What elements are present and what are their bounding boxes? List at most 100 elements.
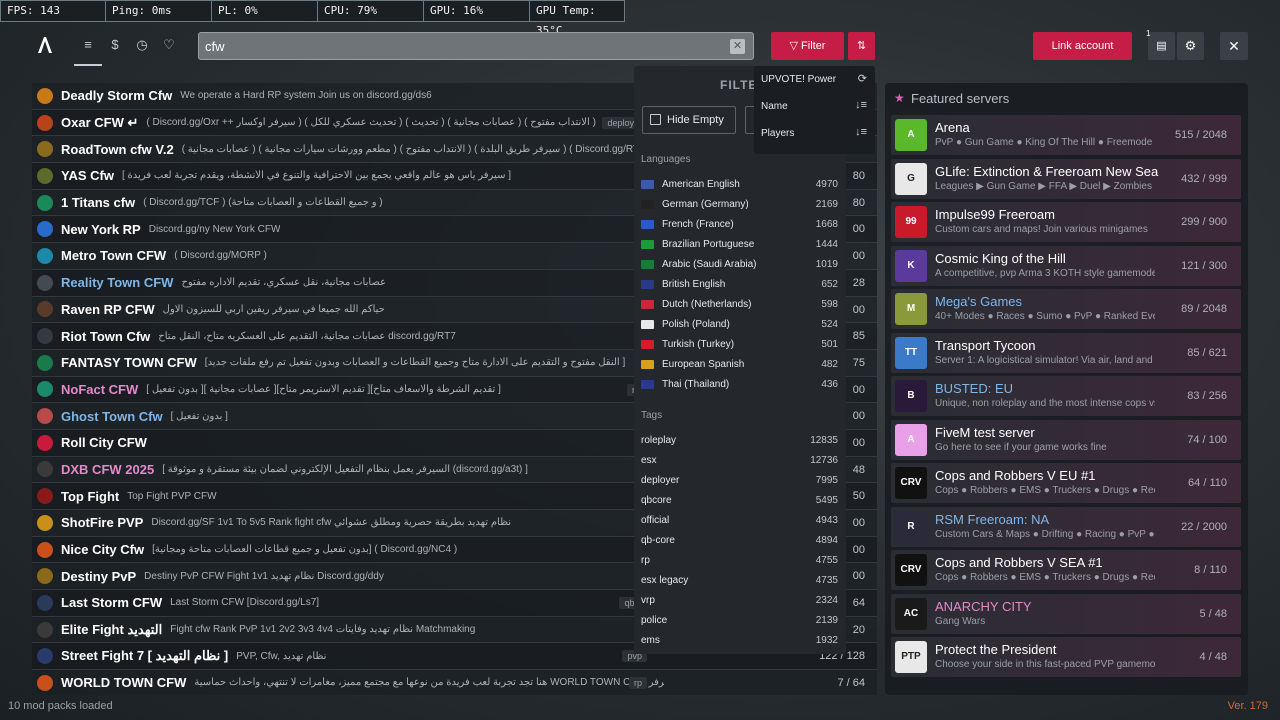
tag-filter-item[interactable]: esx legacy 4735 [634, 571, 846, 591]
notifications-button[interactable]: ▤ [1148, 32, 1175, 60]
tag-filter-item[interactable]: esx 12736 [634, 451, 846, 471]
cpu-stat: CPU: 79% [317, 0, 424, 22]
server-icon [37, 674, 53, 691]
featured-server-icon: M [895, 293, 927, 325]
server-name: Riot Town Cfw [61, 328, 151, 344]
player-count: 00 [852, 436, 865, 449]
player-count: 00 [852, 303, 865, 316]
server-tag: rp [628, 677, 647, 690]
language-filter-item[interactable]: Polish (Poland) 524 [634, 315, 846, 335]
language-filter-item[interactable]: Dutch (Netherlands) 598 [634, 295, 846, 315]
tag-filter-item[interactable]: roleplay 12835 [634, 431, 846, 451]
language-filter-item[interactable]: Brazilian Portuguese 1444 [634, 235, 846, 255]
language-filter-item[interactable]: European Spanish 482 [634, 355, 846, 375]
server-icon [37, 568, 53, 585]
language-count: 501 [821, 339, 838, 350]
close-button[interactable]: ✕ [1220, 32, 1248, 60]
server-description: [ بدون تفعيل ] [170, 410, 228, 422]
server-name: YAS Cfw [61, 168, 114, 184]
featured-player-count: 515 / 2048 [1175, 129, 1227, 141]
tag-name: police [641, 615, 668, 626]
tag-filter-item[interactable]: rp 4755 [634, 551, 846, 571]
settings-button[interactable]: ⚙ [1177, 32, 1204, 60]
server-description: عصابات مجانية، نقل عسكري، تقديم الاداره … [181, 277, 387, 289]
tag-filter-item[interactable]: ems 1932 [634, 631, 846, 651]
tag-name: ems [641, 635, 660, 646]
language-filter-item[interactable]: Thai (Thailand) 436 [634, 375, 846, 395]
featured-server-name: Cosmic King of the Hill [935, 250, 1066, 266]
featured-server-card[interactable]: CRV Cops and Robbers V EU #1 Cops ● Robber… [891, 463, 1241, 503]
history-icon[interactable]: ◷ [131, 36, 153, 54]
featured-player-count: 83 / 256 [1187, 390, 1227, 402]
server-name: ShotFire PVP [61, 515, 144, 531]
tag-filter-item[interactable]: qb-core 4894 [634, 531, 846, 551]
tag-name: esx [641, 455, 657, 466]
tag-count: 2139 [815, 615, 838, 626]
search-bar[interactable]: ✕ [198, 32, 754, 60]
featured-server-icon: G [895, 162, 927, 195]
hide-empty-checkbox[interactable]: Hide Empty [642, 106, 736, 134]
featured-server-card[interactable]: CRV Cops and Robbers V SEA #1 Cops ● Robbe… [891, 550, 1241, 590]
clear-search-icon[interactable]: ✕ [730, 39, 745, 54]
flag-icon [641, 180, 654, 189]
player-count: 80 [852, 196, 865, 209]
server-row[interactable]: WORLD TOWN CFW هنا تجد تجربة لعب فريدة من… [32, 670, 877, 695]
tag-filter-item[interactable]: deployer 7995 [634, 471, 846, 491]
language-filter-item[interactable]: British English 652 [634, 275, 846, 295]
featured-server-card[interactable]: PTP Protect the President Choose your side… [891, 637, 1241, 677]
language-filter-item[interactable]: Turkish (Turkey) 501 [634, 335, 846, 355]
featured-player-count: 89 / 2048 [1181, 303, 1227, 315]
tag-count: 4894 [815, 535, 838, 546]
language-count: 1668 [815, 219, 838, 230]
list-view-icon[interactable]: ≡ [74, 36, 102, 66]
featured-server-card[interactable]: 99 Impulse99 Freeroam Custom cars and maps… [891, 202, 1241, 242]
featured-server-card[interactable]: TT Transport Tycoon Server 1: A logicistic… [891, 332, 1241, 373]
language-filter-item[interactable]: American English 4970 [634, 175, 846, 195]
featured-servers-panel: ★ Featured servers A Arena PvP ● Gun Game … [885, 83, 1248, 695]
link-account-button[interactable]: Link account [1033, 32, 1132, 60]
server-description: [ سيرفر ياس هو عالم واقعي يجمع بين الاحت… [121, 170, 512, 182]
featured-server-description: Leagues ▶ Gun Game ▶ FFA ▶ Duel ▶ Zombie… [935, 180, 1152, 192]
premium-servers-icon[interactable]: $ [104, 36, 126, 54]
featured-server-card[interactable]: M Mega's Games 40+ Modes ● Races ● Sumo ● … [891, 289, 1241, 329]
server-description: هنا تجد تجربة لعب فريدة من نوعها مع مجتم… [194, 677, 665, 689]
featured-server-description: A competitive, pvp Arma 3 KOTH style gam… [935, 267, 1155, 279]
language-count: 598 [821, 299, 838, 310]
tag-filter-item[interactable]: qbcore 5495 [634, 491, 846, 511]
tag-filter-item[interactable]: vrp 2324 [634, 591, 846, 611]
language-filter-item[interactable]: French (France) 1668 [634, 215, 846, 235]
favorites-heart-icon[interactable]: ♡ [158, 36, 180, 54]
tag-name: rp [641, 555, 650, 566]
sort-name-option[interactable]: Name [761, 101, 788, 112]
language-filter-item[interactable]: Arabic (Saudi Arabia) 1019 [634, 255, 846, 275]
server-icon [37, 488, 53, 505]
featured-server-card[interactable]: R RSM Freeroam: NA Custom Cars & Maps ● Dr… [891, 506, 1241, 547]
tag-filter-item[interactable]: police 2139 [634, 611, 846, 631]
tag-name: vrp [641, 595, 655, 606]
mod-packs-status: 10 mod packs loaded [8, 700, 113, 712]
sort-players-option[interactable]: Players [761, 128, 794, 139]
tag-name: qbcore [641, 495, 672, 506]
sort-button[interactable]: ⇅ [848, 32, 875, 60]
tag-count: 12736 [810, 455, 838, 466]
language-count: 1444 [815, 239, 838, 250]
notification-count-badge: 1 [1146, 29, 1151, 38]
sort-upvote-power-option[interactable]: UPVOTE! Power [761, 74, 836, 85]
fivem-logo[interactable] [36, 36, 54, 54]
featured-server-card[interactable]: B BUSTED: EU Unique, non roleplay and the … [891, 376, 1241, 416]
featured-server-card[interactable]: A Arena PvP ● Gun Game ● King Of The Hill … [891, 115, 1241, 155]
featured-server-card[interactable]: K Cosmic King of the Hill A competitive, p… [891, 245, 1241, 286]
featured-server-icon: A [895, 423, 927, 456]
refresh-icon: ⟳ [857, 73, 867, 85]
featured-server-card[interactable]: G GLife: Extinction & Freeroam New Sea Lea… [891, 158, 1241, 199]
tag-filter-item[interactable]: official 4943 [634, 511, 846, 531]
featured-server-card[interactable]: A FiveM test server Go here to see if your… [891, 419, 1241, 460]
featured-server-name: ANARCHY CITY [935, 598, 1032, 614]
filter-button[interactable]: ▽ Filter [771, 32, 844, 60]
search-input[interactable] [205, 36, 725, 56]
language-filter-item[interactable]: German (Germany) 2169 [634, 195, 846, 215]
featured-server-card[interactable]: AC ANARCHY CITY Gang Wars 5 / 48 [891, 593, 1241, 634]
featured-server-name: Cops and Robbers V SEA #1 [935, 555, 1103, 570]
close-icon: ✕ [1228, 38, 1240, 54]
featured-server-name: Impulse99 Freeroam [935, 207, 1055, 222]
